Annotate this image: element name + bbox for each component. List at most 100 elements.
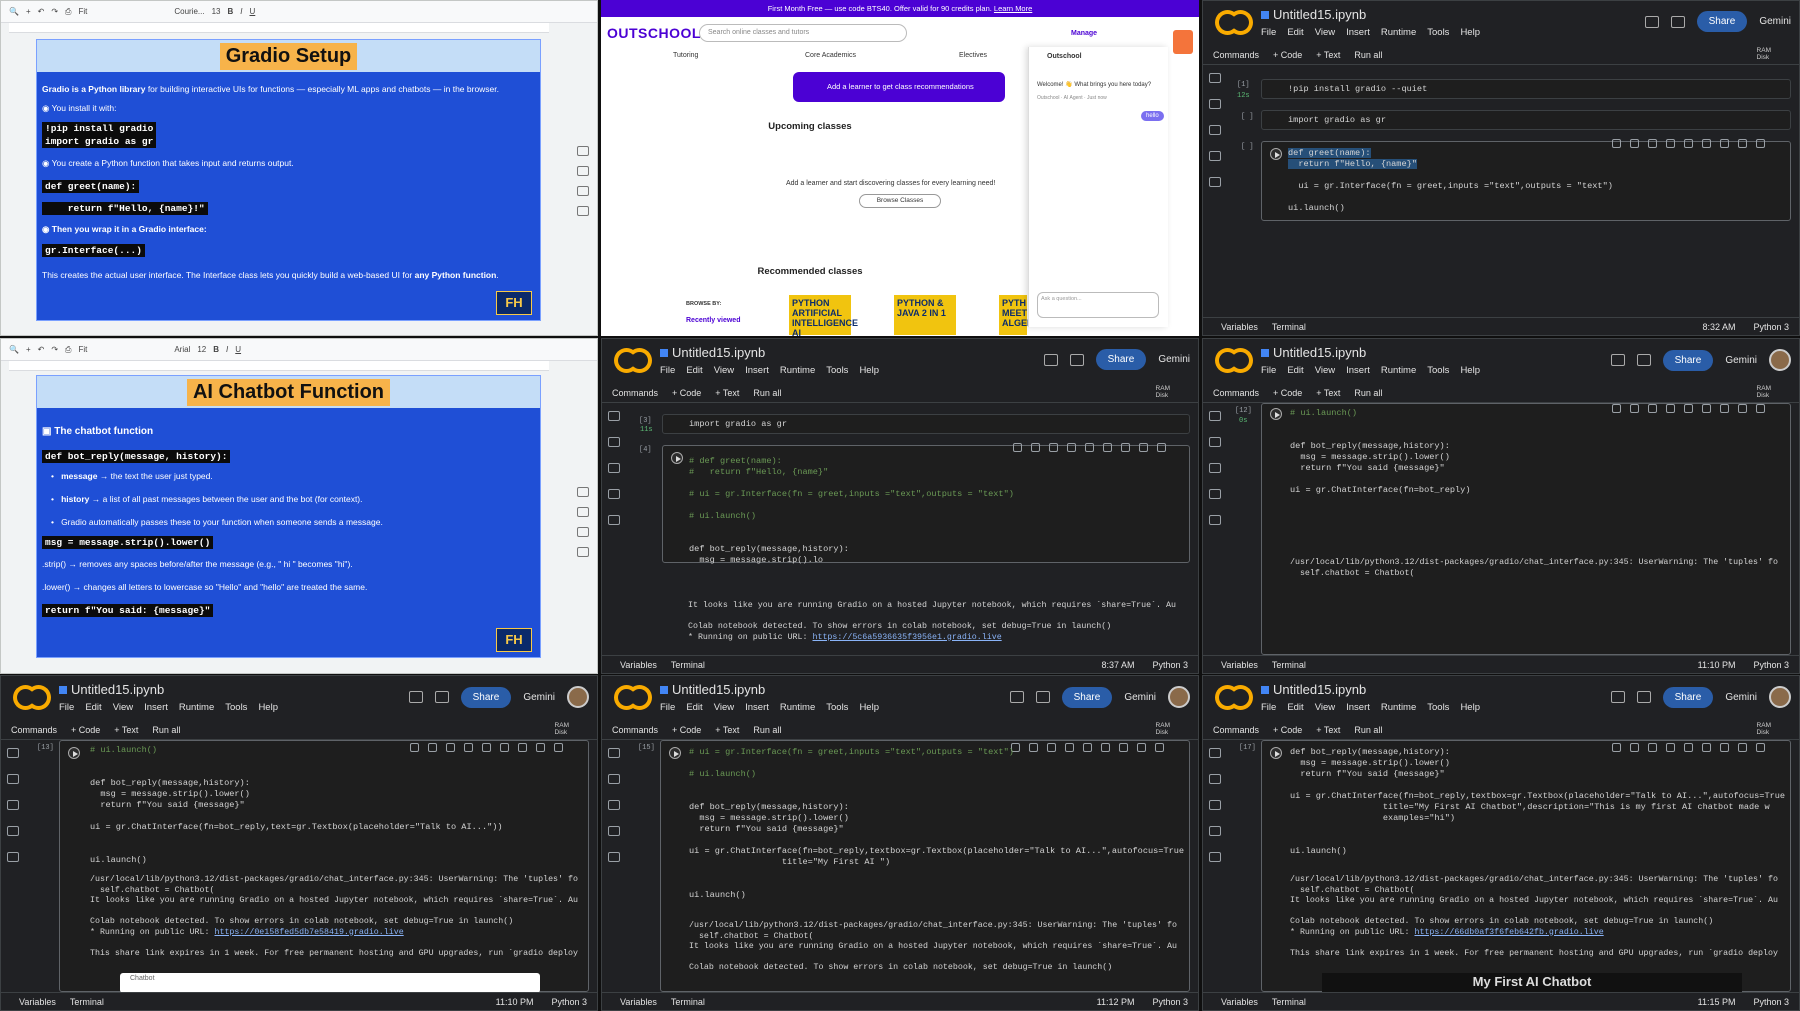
font-size-input[interactable]: 13: [212, 7, 221, 16]
commands-button[interactable]: Commands: [1213, 50, 1259, 60]
share-button[interactable]: Share: [1662, 686, 1714, 708]
terminal-button[interactable]: Terminal: [671, 660, 705, 670]
menu-runtime[interactable]: Runtime: [780, 365, 815, 376]
cell-code[interactable]: # def greet(name): # return f"Hello, {na…: [689, 456, 1014, 566]
run-cell-button[interactable]: [671, 452, 683, 464]
menu-edit[interactable]: Edit: [1287, 27, 1303, 38]
runtime-label[interactable]: Python 3: [1152, 660, 1188, 670]
cell-code[interactable]: # ui = gr.Interface(fn = greet,inputs ="…: [689, 747, 1184, 901]
trash-icon[interactable]: [536, 743, 545, 752]
toc-icon[interactable]: [608, 748, 620, 758]
menu-view[interactable]: View: [714, 365, 734, 376]
cell-code[interactable]: def greet(name): return f"Hello, {name}"…: [1288, 148, 1613, 214]
undo-icon[interactable]: ↶: [38, 7, 45, 16]
notebook-title[interactable]: Untitled15.ipynb: [59, 682, 164, 697]
redo-icon[interactable]: ↷: [51, 345, 58, 354]
menu-view[interactable]: View: [714, 702, 734, 713]
add-code-button[interactable]: + Code: [672, 388, 701, 398]
share-button[interactable]: Share: [460, 686, 512, 708]
folder-icon[interactable]: [608, 515, 620, 525]
notebook-name[interactable]: Untitled15.ipynb: [1273, 345, 1366, 360]
gemini-cell-icon[interactable]: [1648, 404, 1657, 413]
notebook-title[interactable]: Untitled15.ipynb: [1261, 682, 1366, 697]
menu-file[interactable]: File: [660, 702, 675, 713]
gear-icon[interactable]: [1069, 353, 1084, 366]
slide-canvas[interactable]: Gradio Setup Gradio is a Python library …: [36, 39, 541, 321]
move-down-icon[interactable]: [1630, 139, 1639, 148]
browse-classes-button[interactable]: Browse Classes: [859, 194, 941, 208]
move-down-icon[interactable]: [1031, 443, 1040, 452]
find-icon[interactable]: [1209, 774, 1221, 784]
code-snippets-icon[interactable]: [1209, 800, 1221, 810]
toc-icon[interactable]: [1209, 73, 1221, 83]
gradio-public-url-link[interactable]: https://0e158fed5db7e58419.gradio.live: [214, 928, 403, 937]
gear-icon[interactable]: [434, 691, 449, 703]
menu-insert[interactable]: Insert: [745, 702, 769, 713]
contacts-icon[interactable]: [577, 186, 589, 196]
gradio-app-preview[interactable]: Chatbot: [120, 973, 540, 993]
menu-edit[interactable]: Edit: [686, 702, 702, 713]
underline-icon[interactable]: U: [235, 345, 241, 354]
cell-code[interactable]: # ui.launch() def bot_reply(message,hist…: [1290, 408, 1471, 496]
cell-code[interactable]: !pip install gradio --quiet: [1288, 84, 1427, 95]
folder-icon[interactable]: [1209, 177, 1221, 187]
menu-help[interactable]: Help: [859, 702, 879, 713]
link-icon[interactable]: [1666, 404, 1675, 413]
code-cell-active[interactable]: # def greet(name): # return f"Hello, {na…: [662, 443, 1190, 566]
code-cell[interactable]: import gradio as gr: [1261, 110, 1791, 130]
recently-viewed-tab[interactable]: Recently viewed: [686, 317, 740, 324]
gemini-cell-icon[interactable]: [1049, 443, 1058, 452]
add-text-button[interactable]: + Text: [1316, 388, 1340, 398]
gradio-app-preview[interactable]: My First AI Chatbot: [1322, 973, 1742, 993]
variables-button[interactable]: Variables: [1221, 660, 1258, 670]
mirror-icon[interactable]: [518, 743, 527, 752]
gradio-public-url-link[interactable]: https://5c6a5936635f3956e1.gradio.live: [812, 633, 1001, 642]
colab-logo[interactable]: [1215, 348, 1253, 373]
commands-button[interactable]: Commands: [612, 388, 658, 398]
italic-icon[interactable]: I: [226, 345, 228, 354]
add-text-button[interactable]: + Text: [1316, 50, 1340, 60]
secrets-icon[interactable]: [1209, 826, 1221, 836]
gemini-button[interactable]: Gemini: [1725, 355, 1757, 366]
colab-logo[interactable]: [1215, 10, 1253, 35]
underline-icon[interactable]: U: [250, 7, 256, 16]
bold-icon[interactable]: B: [213, 345, 219, 354]
notebook-name[interactable]: Untitled15.ipynb: [71, 682, 164, 697]
menu-runtime[interactable]: Runtime: [179, 702, 214, 713]
font-size-input[interactable]: 12: [197, 345, 206, 354]
notebook-name[interactable]: Untitled15.ipynb: [672, 682, 765, 697]
undo-icon[interactable]: ↶: [38, 345, 45, 354]
add-text-button[interactable]: + Text: [715, 388, 739, 398]
comment-icon[interactable]: [1085, 443, 1094, 452]
add-icon[interactable]: +: [26, 345, 31, 354]
runtime-label[interactable]: Python 3: [1753, 997, 1789, 1007]
menu-view[interactable]: View: [1315, 702, 1335, 713]
gear-icon[interactable]: [1670, 15, 1685, 28]
notebook-name[interactable]: Untitled15.ipynb: [672, 345, 765, 360]
manage-link[interactable]: Manage: [1071, 30, 1097, 37]
add-code-button[interactable]: + Code: [71, 725, 100, 735]
secrets-icon[interactable]: [1209, 151, 1221, 161]
cell-code[interactable]: def bot_reply(message,history): msg = me…: [1290, 747, 1785, 857]
mirror-icon[interactable]: [1720, 404, 1729, 413]
run-all-button[interactable]: Run all: [1354, 50, 1382, 60]
more-icon[interactable]: [1756, 139, 1765, 148]
menu-file[interactable]: File: [1261, 27, 1276, 38]
slide-title[interactable]: AI Chatbot Function: [186, 378, 391, 406]
colab-logo[interactable]: [1215, 685, 1253, 710]
class-thumbnail[interactable]: PYTH MEET ALGEBRA: [999, 295, 1047, 335]
comment-icon[interactable]: [1043, 353, 1058, 366]
menu-file[interactable]: File: [59, 702, 74, 713]
print-icon[interactable]: ⎙: [65, 7, 71, 17]
commands-button[interactable]: Commands: [1213, 725, 1259, 735]
comment-icon[interactable]: [1644, 15, 1659, 28]
outschool-logo[interactable]: OUTSCHOOL: [607, 25, 701, 41]
menu-tools[interactable]: Tools: [1427, 27, 1449, 38]
run-cell-button[interactable]: [68, 747, 80, 759]
runtime-label[interactable]: Python 3: [1152, 997, 1188, 1007]
folder-icon[interactable]: [7, 852, 19, 862]
run-all-button[interactable]: Run all: [152, 725, 180, 735]
run-all-button[interactable]: Run all: [753, 388, 781, 398]
variables-button[interactable]: Variables: [620, 660, 657, 670]
menu-insert[interactable]: Insert: [745, 365, 769, 376]
